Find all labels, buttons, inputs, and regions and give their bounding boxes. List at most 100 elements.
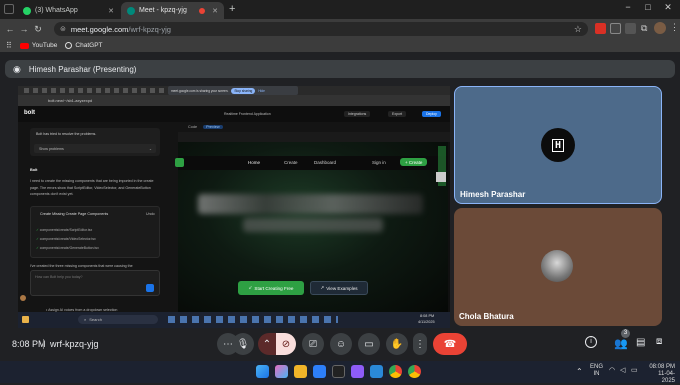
- system-clock[interactable]: 08:08 PM 11-04-2025: [645, 364, 675, 385]
- present-screen-icon: ◉: [13, 63, 21, 74]
- participant-avatar: [541, 250, 573, 282]
- meeting-divider: [43, 339, 44, 349]
- emoji-button[interactable]: ☺: [330, 333, 352, 355]
- bookmark-label: YouTube: [31, 42, 58, 49]
- deploy-button[interactable]: Deploy: [422, 111, 441, 117]
- chat-icon[interactable]: ▤: [636, 337, 645, 348]
- send-button[interactable]: [146, 284, 154, 292]
- maximize-button[interactable]: □: [638, 2, 658, 12]
- bookmark-youtube[interactable]: YouTube: [19, 42, 58, 49]
- battery-icon[interactable]: ▭: [631, 366, 638, 374]
- minimize-button[interactable]: −: [618, 2, 638, 12]
- present-button[interactable]: ⎚: [302, 333, 324, 355]
- end-call-button[interactable]: ☎: [433, 333, 467, 355]
- start-creating-button[interactable]: ➶ Start Creating Free: [238, 281, 304, 295]
- start-icon[interactable]: [256, 365, 269, 378]
- project-title: Realtime Frontend Application: [224, 112, 271, 116]
- participant-avatar: H: [541, 128, 575, 162]
- back-icon[interactable]: ←: [3, 22, 17, 36]
- bookmark-star-icon[interactable]: ☆: [574, 24, 582, 35]
- store-icon[interactable]: [313, 365, 326, 378]
- participant-tile[interactable]: H Himesh Parashar: [454, 86, 662, 204]
- whatsapp-icon: [23, 6, 31, 15]
- sharing-text: meet.google.com is sharing your screen.: [171, 88, 229, 93]
- create-nav-button[interactable]: + Create: [400, 158, 428, 166]
- chatgpt-icon: [65, 42, 73, 49]
- apps-icon[interactable]: ⠿: [6, 41, 12, 50]
- people-icon[interactable]: 👥: [614, 337, 628, 350]
- lang-indicator[interactable]: ENG IN: [590, 364, 603, 378]
- inner-search-label: Search: [89, 317, 102, 322]
- meet-icon: [127, 6, 135, 15]
- volume-icon[interactable]: ◁: [620, 366, 625, 374]
- captions-icon: ▭: [364, 338, 374, 350]
- show-problems-button[interactable]: Show problems ⌄: [34, 144, 156, 153]
- chat-input[interactable]: How can Bolt help you today?: [30, 270, 160, 296]
- export-button[interactable]: Export: [388, 111, 407, 117]
- puzzle-icon[interactable]: ⧉: [641, 23, 647, 34]
- sign-in-link[interactable]: Sign in: [372, 160, 386, 165]
- copilot-icon[interactable]: [275, 365, 288, 378]
- hide-button[interactable]: Hide: [258, 89, 265, 93]
- chrome-icon[interactable]: [408, 365, 421, 378]
- shared-screen[interactable]: meet.google.com is sharing your screen. …: [18, 86, 450, 328]
- activities-icon[interactable]: ⧈: [656, 336, 662, 347]
- captions-button[interactable]: ▭: [358, 333, 380, 355]
- menu-icon[interactable]: ⋮: [670, 22, 679, 33]
- emoji-icon: ☺: [335, 338, 347, 350]
- close-icon[interactable]: ✕: [212, 7, 218, 15]
- raise-hand-button[interactable]: ✋: [386, 333, 408, 355]
- microphone-button[interactable]: 🎙: [232, 333, 254, 355]
- participant-tile[interactable]: Chola Bhatura: [454, 208, 662, 326]
- file-explorer-icon[interactable]: [294, 365, 307, 378]
- close-icon[interactable]: ✕: [108, 7, 114, 15]
- followup-text: I've created the three missing component…: [30, 264, 133, 268]
- tray-chevron-icon[interactable]: ⌃: [576, 367, 583, 376]
- tab-whatsapp[interactable]: (3) WhatsApp ✕: [17, 2, 120, 19]
- inner-clock-date: 4/11/2025: [418, 320, 435, 324]
- extension-icon[interactable]: [610, 23, 621, 34]
- app-icon[interactable]: [332, 365, 345, 378]
- tab-code[interactable]: Code: [188, 125, 197, 129]
- new-tab-button[interactable]: +: [229, 3, 235, 15]
- integrations-button[interactable]: Integrations: [344, 111, 371, 117]
- file-name: components/create/VideoSelector.tsx: [39, 237, 96, 241]
- undo-button[interactable]: Undo: [146, 212, 155, 216]
- nav-home[interactable]: Home: [248, 160, 260, 165]
- file-name: components/create/ScriptEditor.tsx: [39, 228, 93, 232]
- camera-options-button[interactable]: ⌃: [258, 333, 276, 355]
- forward-icon[interactable]: →: [17, 22, 31, 36]
- trend-icon: ↗: [320, 285, 325, 290]
- file-row: ✓ components/create/GenerateButton.tsx: [36, 246, 99, 250]
- tab-title: (3) WhatsApp: [35, 7, 78, 14]
- view-examples-label: View Examples: [326, 285, 358, 291]
- extension-icon[interactable]: [625, 23, 636, 34]
- vscode-icon[interactable]: [370, 365, 383, 378]
- app-icon[interactable]: [351, 365, 364, 378]
- more-vert-button[interactable]: ⋮: [413, 333, 427, 355]
- wifi-icon[interactable]: ◠: [609, 366, 615, 374]
- inner-url: bolt.new/~/sb1-axyzexpd: [48, 98, 93, 103]
- view-examples-button[interactable]: ↗ View Examples: [310, 281, 368, 295]
- bookmarks-bar: ⠿ YouTube ChatGPT: [0, 39, 680, 52]
- reload-icon[interactable]: ↻: [31, 22, 45, 36]
- preview-logo: [175, 158, 184, 167]
- inner-search-box[interactable]: ⌕ Search: [78, 315, 158, 324]
- tab-search-icon[interactable]: [4, 4, 14, 14]
- inner-start-icon[interactable]: [22, 316, 29, 323]
- bookmark-chatgpt[interactable]: ChatGPT: [65, 42, 103, 49]
- site-info-icon[interactable]: ⊜: [60, 25, 66, 33]
- stop-sharing-button[interactable]: Stop sharing: [231, 87, 256, 94]
- chrome-icon[interactable]: [389, 365, 402, 378]
- profile-avatar[interactable]: [654, 22, 666, 34]
- extension-icon[interactable]: [595, 23, 606, 34]
- nav-create[interactable]: Create: [284, 160, 298, 165]
- tab-preview[interactable]: Preview: [203, 125, 223, 129]
- address-bar[interactable]: ⊜ meet.google.com/wrf-kpzq-yjg ☆: [54, 22, 588, 36]
- tab-meet[interactable]: Meet - kpzq-yjg ✕: [121, 2, 224, 19]
- preview-scroll-thumb[interactable]: [436, 172, 446, 182]
- window-close-button[interactable]: ✕: [658, 2, 678, 13]
- phone-end-icon: ☎: [443, 338, 457, 350]
- nav-dashboard[interactable]: Dashboard: [314, 160, 336, 165]
- info-icon[interactable]: i: [585, 336, 597, 348]
